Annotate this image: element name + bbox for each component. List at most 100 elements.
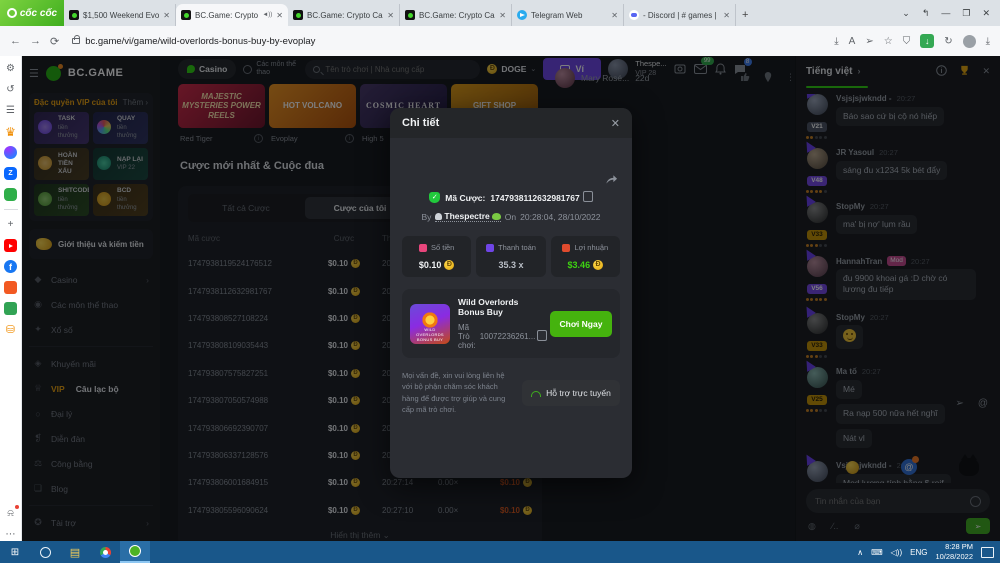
tab-search-icon[interactable]: ⌄ bbox=[902, 8, 910, 19]
on-label: On bbox=[505, 212, 516, 222]
coccoc-logo[interactable]: cốc cốc bbox=[0, 0, 64, 26]
address-bar[interactable]: bc.game/vi/game/wild-overlords-bonus-buy… bbox=[68, 36, 825, 47]
language-indicator[interactable]: ENG bbox=[910, 548, 927, 557]
game-controller-icon[interactable] bbox=[4, 188, 17, 201]
network-icon[interactable]: ⌨ bbox=[871, 548, 883, 557]
tab-close-icon[interactable]: ✕ bbox=[499, 11, 506, 20]
tab-close-icon[interactable]: ✕ bbox=[723, 11, 730, 20]
browser-tab-6[interactable]: - Discord | # games | BC G✕ bbox=[624, 4, 736, 26]
modal-share-icon[interactable] bbox=[605, 172, 618, 190]
play-now-button[interactable]: Chơi Ngay bbox=[550, 311, 612, 337]
browser-tab-bar: cốc cốc $1,500 Weekend Evoplay Mu ✕ BC.Ga… bbox=[0, 0, 1000, 26]
messenger-icon[interactable] bbox=[4, 146, 17, 159]
bet-details-modal: Chi tiết ✕ ✓ Mã Cược: 174793811263298176… bbox=[390, 108, 632, 478]
bet-id-label: Mã Cược: bbox=[445, 193, 485, 203]
save-page-icon[interactable]: ⤓ bbox=[834, 36, 838, 47]
shopping-cart-icon[interactable]: ⛁ bbox=[4, 323, 17, 336]
copy-icon[interactable] bbox=[585, 193, 593, 202]
shopee-icon[interactable] bbox=[4, 281, 17, 294]
volume-icon[interactable]: ◁)) bbox=[891, 548, 902, 557]
green-app-icon[interactable] bbox=[4, 302, 17, 315]
back-button[interactable]: ← bbox=[10, 35, 21, 47]
person-icon bbox=[435, 213, 442, 220]
taskbar-clock[interactable]: 8:28 PM10/28/2022 bbox=[935, 542, 973, 562]
bet-id-value: 1747938112632981767 bbox=[490, 193, 579, 203]
url-text[interactable]: bc.game/vi/game/wild-overlords-bonus-buy… bbox=[85, 36, 315, 47]
game-id-value: 10072236261... bbox=[480, 332, 536, 341]
modal-close-icon[interactable]: ✕ bbox=[611, 117, 620, 130]
bcgame-favicon bbox=[405, 10, 415, 20]
adblock-shield-icon[interactable]: ⛉ bbox=[903, 36, 911, 47]
tab-close-icon[interactable]: ✕ bbox=[163, 11, 170, 20]
tab-close-icon[interactable]: ✕ bbox=[611, 11, 618, 20]
browser-tab-2-active[interactable]: BC.Game: Crypto Casino◄))✕ bbox=[176, 4, 288, 26]
history-icon[interactable]: ↺ bbox=[4, 83, 17, 96]
tab-close-icon[interactable]: ✕ bbox=[387, 11, 394, 20]
browser-profile-avatar[interactable] bbox=[963, 35, 976, 48]
coccoc-taskbar-button[interactable] bbox=[120, 541, 150, 563]
bcgame-favicon bbox=[293, 10, 303, 20]
bookmark-star-icon[interactable]: ☆ bbox=[884, 36, 893, 47]
browser-tab-4[interactable]: BC.Game: Crypto Casino Gan ✕ bbox=[400, 4, 512, 26]
settings-gear-icon[interactable]: ⚙ bbox=[4, 62, 17, 75]
zalo-icon[interactable]: Z bbox=[4, 167, 17, 180]
youtube-icon[interactable] bbox=[4, 239, 17, 252]
game-id-label: Mã Trò chơi: bbox=[458, 323, 476, 350]
window-maximize-button[interactable]: ❐ bbox=[962, 8, 970, 19]
stat-payout: Thanh toán 35.3 x bbox=[476, 236, 545, 277]
windows-taskbar: ⊞ ▤ ∧ ⌨ ◁)) ENG 8:28 PM10/28/2022 bbox=[0, 541, 1000, 563]
game-thumb-caption: WILD OVERLORDS BONUS BUY bbox=[410, 327, 450, 342]
window-minimize-button[interactable]: — bbox=[941, 8, 950, 18]
shortcut-icon[interactable]: ↰ bbox=[922, 8, 930, 19]
window-close-button[interactable]: ✕ bbox=[982, 8, 990, 19]
file-explorer-button[interactable]: ▤ bbox=[60, 541, 90, 563]
coin-icon: Ð bbox=[444, 260, 454, 270]
stat-profit: Lợi nhuận $3.46Ð bbox=[551, 236, 620, 277]
share-icon[interactable]: ➢ bbox=[865, 36, 873, 47]
reload-button[interactable]: ⟳ bbox=[50, 35, 59, 48]
bcgame-favicon bbox=[69, 10, 79, 20]
facebook-icon[interactable]: f bbox=[4, 260, 17, 273]
start-button[interactable]: ⊞ bbox=[0, 541, 30, 563]
discord-favicon bbox=[629, 10, 639, 20]
browser-toolbar: ← → ⟳ bc.game/vi/game/wild-overlords-bon… bbox=[0, 26, 1000, 56]
crown-icon[interactable]: ♛ bbox=[4, 125, 17, 138]
divider bbox=[4, 209, 18, 210]
tray-expand-icon[interactable]: ∧ bbox=[857, 548, 863, 557]
frog-emoji bbox=[492, 213, 501, 220]
tab-close-icon[interactable]: ✕ bbox=[276, 11, 283, 20]
browser-tab-1[interactable]: $1,500 Weekend Evoplay Mu ✕ bbox=[64, 4, 176, 26]
tab-title: Telegram Web bbox=[531, 11, 607, 20]
tab-audio-icon[interactable]: ◄)) bbox=[262, 12, 272, 18]
tab-title: $1,500 Weekend Evoplay Mu bbox=[83, 11, 159, 20]
notification-bell-icon[interactable]: ⍾ bbox=[4, 507, 17, 520]
bet-datetime: 20:28:04, 28/10/2022 bbox=[520, 212, 600, 222]
browser-tab-5[interactable]: Telegram Web ✕ bbox=[512, 4, 624, 26]
translate-icon[interactable]: A bbox=[849, 36, 856, 47]
reading-list-icon[interactable]: ☰ bbox=[4, 104, 17, 117]
copy-icon[interactable] bbox=[539, 332, 542, 341]
downloads-icon[interactable]: ⤓ bbox=[986, 36, 990, 47]
browser-tab-3[interactable]: BC.Game: Crypto Casino Gam ✕ bbox=[288, 4, 400, 26]
forward-button[interactable]: → bbox=[30, 35, 41, 47]
game-card: WILD OVERLORDS BONUS BUY Wild Overlords … bbox=[402, 289, 620, 358]
tab-title: BC.Game: Crypto Casino Gam bbox=[307, 11, 383, 20]
taskbar-search-button[interactable] bbox=[30, 541, 60, 563]
player-link[interactable]: Thespectre bbox=[435, 211, 500, 222]
modal-title: Chi tiết bbox=[402, 117, 439, 129]
coccoc-download-icon[interactable]: ↓ bbox=[920, 34, 934, 48]
action-center-icon[interactable] bbox=[981, 547, 994, 558]
coin-icon: Ð bbox=[593, 260, 603, 270]
more-options-icon[interactable]: ⋯ bbox=[4, 528, 17, 541]
sync-icon[interactable]: ↻ bbox=[944, 36, 952, 47]
profit-icon bbox=[562, 244, 570, 252]
add-shortcut-icon[interactable]: + bbox=[4, 218, 17, 231]
game-thumbnail[interactable]: WILD OVERLORDS BONUS BUY bbox=[410, 304, 450, 344]
telegram-favicon bbox=[517, 10, 527, 20]
chrome-button[interactable] bbox=[90, 541, 120, 563]
new-tab-button[interactable]: + bbox=[742, 9, 748, 21]
amount-icon bbox=[419, 244, 427, 252]
live-support-button[interactable]: Hỗ trợ trực tuyến bbox=[522, 380, 620, 406]
headset-icon bbox=[531, 391, 541, 397]
tab-title: BC.Game: Crypto Casino Gan bbox=[419, 11, 495, 20]
